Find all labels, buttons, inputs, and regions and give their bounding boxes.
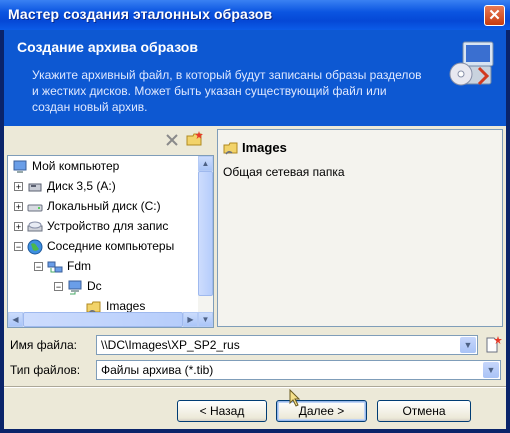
tree-item-label: Мой компьютер	[32, 159, 120, 173]
wizard-client: Создание архива образов Укажите архивный…	[4, 30, 506, 429]
shared-folder-icon	[223, 142, 238, 155]
chevron-down-icon[interactable]: ▼	[483, 362, 499, 378]
scroll-thumb[interactable]	[198, 171, 213, 296]
chevron-down-icon[interactable]: ▼	[460, 337, 476, 353]
selection-panel: Мой компьютер + Диск 3,5 (A:) + Локальный …	[4, 126, 506, 332]
tree-item-cd-device[interactable]: + Устройство для запис	[14, 216, 168, 236]
filetype-label: Тип файлов:	[10, 363, 81, 377]
filename-row: Имя файла: \\DC\Images\XP_SP2_rus ▼	[8, 335, 502, 355]
back-button[interactable]: < Назад	[177, 400, 267, 422]
delete-icon[interactable]	[164, 132, 180, 148]
tree-item-floppy[interactable]: + Диск 3,5 (A:)	[14, 176, 116, 196]
filetype-value: Файлы архива (*.tib)	[101, 363, 214, 377]
selection-description: Общая сетевая папка	[223, 165, 345, 179]
tree-vertical-scrollbar[interactable]: ▲ ▼	[198, 156, 213, 327]
filename-label: Имя файла:	[10, 338, 77, 352]
close-button[interactable]: ✕	[484, 5, 505, 26]
collapse-icon[interactable]: −	[34, 262, 43, 272]
filename-value: \\DC\Images\XP_SP2_rus	[101, 338, 240, 352]
computer-icon	[13, 160, 27, 173]
expand-icon[interactable]: +	[14, 182, 23, 192]
collapse-icon[interactable]: −	[54, 282, 63, 292]
harddisk-icon	[27, 204, 43, 212]
tree-item-label: Images	[106, 299, 146, 313]
new-file-icon[interactable]	[484, 336, 502, 354]
filename-combobox[interactable]: \\DC\Images\XP_SP2_rus ▼	[96, 335, 478, 355]
cd-drive-icon	[27, 221, 43, 232]
wizard-header: Создание архива образов Укажите архивный…	[4, 30, 506, 126]
network-group-icon	[47, 261, 63, 273]
backup-wizard-icon	[449, 41, 494, 86]
expand-icon[interactable]: +	[14, 222, 23, 232]
title-bar[interactable]: Мастер создания эталонных образов ✕	[0, 0, 510, 30]
tree-item-label: Диск 3,5 (A:)	[47, 179, 116, 193]
tree-item-label: Устройство для запис	[47, 219, 169, 233]
page-description: Укажите архивный файл, в который будут з…	[32, 68, 422, 114]
tree-item-dc[interactable]: − Dc	[54, 276, 102, 296]
tree-item-local-disk[interactable]: + Локальный диск (C:)	[14, 196, 161, 216]
collapse-icon[interactable]: −	[14, 242, 23, 252]
window-title: Мастер создания эталонных образов	[8, 6, 273, 22]
tree-item-label: Fdm	[67, 259, 91, 273]
folder-tree[interactable]: Мой компьютер + Диск 3,5 (A:) + Локальный …	[7, 155, 214, 328]
scroll-down-icon[interactable]: ▼	[198, 312, 213, 327]
filetype-row: Тип файлов: Файлы архива (*.tib) ▼	[8, 360, 502, 380]
tree-item-fdm[interactable]: − Fdm	[34, 256, 91, 276]
new-folder-icon[interactable]	[186, 131, 204, 147]
expand-icon[interactable]: +	[14, 202, 23, 212]
selection-info: Images Общая сетевая папка	[217, 129, 503, 327]
tree-item-my-computer[interactable]: Мой компьютер	[12, 156, 119, 176]
filetype-combobox[interactable]: Файлы архива (*.tib) ▼	[96, 360, 501, 380]
network-computer-icon	[68, 280, 82, 295]
page-title: Создание архива образов	[17, 39, 198, 55]
scroll-right-icon[interactable]: ▶	[183, 312, 198, 327]
floppy-icon	[28, 183, 42, 192]
close-icon: ✕	[488, 7, 501, 24]
selection-title: Images	[242, 140, 287, 155]
tree-item-network[interactable]: − Соседние компьютеры	[14, 236, 174, 256]
scroll-thumb[interactable]	[23, 312, 183, 327]
tree-item-label: Локальный диск (C:)	[47, 199, 161, 213]
tree-item-label: Соседние компьютеры	[47, 239, 175, 253]
network-globe-icon	[27, 239, 43, 255]
tree-item-label: Dc	[87, 279, 102, 293]
tree-horizontal-scrollbar[interactable]: ◀ ▶	[8, 312, 198, 327]
button-separator	[4, 386, 506, 388]
scroll-up-icon[interactable]: ▲	[198, 156, 213, 171]
wizard-window: Мастер создания эталонных образов ✕ Созд…	[0, 0, 510, 433]
mouse-cursor-icon	[289, 389, 301, 407]
cancel-button[interactable]: Отмена	[377, 400, 471, 422]
scroll-left-icon[interactable]: ◀	[8, 312, 23, 327]
